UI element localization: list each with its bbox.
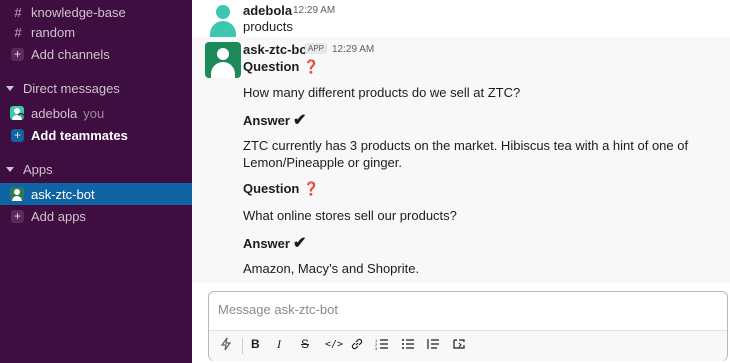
answer-text: Amazon, Macy’s and Shoprite.: [243, 261, 420, 276]
strikethrough-icon[interactable]: S: [301, 337, 309, 351]
apps-section-toggle[interactable]: Apps: [0, 158, 192, 180]
answer-label: Answer: [243, 113, 290, 128]
add-channels-button[interactable]: + Add channels: [0, 43, 192, 65]
link-icon[interactable]: [350, 337, 364, 354]
message-composer[interactable]: Message ask-ztc-bot B I S </> 123: [208, 291, 728, 361]
sidebar-item-ask-ztc-bot[interactable]: ask-ztc-bot: [0, 183, 192, 205]
question-mark-icon: ❓: [303, 59, 320, 74]
presence-dot-icon: [17, 113, 24, 120]
caret-down-icon: [6, 166, 14, 172]
answer-text-line-2: Lemon/Pineapple or ginger.: [243, 155, 403, 170]
bold-icon[interactable]: B: [251, 337, 260, 351]
message-author[interactable]: ask-ztc-bot: [243, 42, 312, 57]
add-channels-label: Add channels: [31, 46, 110, 62]
question-text: How many different products do we sell a…: [243, 85, 521, 100]
question-heading-1: Question ❓: [243, 59, 320, 75]
shortcuts-bolt-icon[interactable]: [219, 337, 233, 354]
sidebar: # knowledge-base # random + Add channels…: [0, 0, 192, 363]
question-heading-2: Question ❓: [243, 181, 320, 197]
sidebar-item-label: random: [31, 24, 76, 40]
plus-icon: +: [11, 128, 24, 142]
message-pane: adebola 12:29 AM products ask-ztc-bot AP…: [192, 0, 730, 363]
direct-messages-section-toggle[interactable]: Direct messages: [0, 77, 192, 99]
ordered-list-icon[interactable]: 123: [375, 337, 389, 354]
question-label: Question: [243, 59, 300, 74]
check-mark-icon: ✔: [292, 235, 307, 252]
svg-text:3: 3: [375, 346, 378, 351]
code-icon[interactable]: </>: [325, 339, 343, 350]
sidebar-item-random[interactable]: # random: [0, 21, 192, 43]
sidebar-item-label: knowledge-base: [31, 4, 126, 20]
plus-icon: +: [11, 47, 24, 61]
bulleted-list-icon[interactable]: [401, 337, 415, 354]
add-apps-label: Add apps: [31, 208, 86, 224]
answer-text-line-1: ZTC currently has 3 products on the mark…: [243, 138, 689, 153]
answer-label: Answer: [243, 236, 290, 251]
message-timestamp[interactable]: 12:29 AM: [293, 5, 335, 16]
apps-header: Apps: [23, 161, 53, 177]
dm-user-suffix: you: [83, 105, 105, 121]
dm-user-name: adebola: [31, 105, 78, 121]
add-apps-button[interactable]: + Add apps: [0, 205, 192, 227]
question-mark-icon: ❓: [303, 181, 320, 196]
sidebar-item-adebola[interactable]: adebola you: [0, 102, 192, 124]
toolbar-divider: [242, 338, 243, 354]
bot-avatar-icon: [10, 187, 24, 201]
italic-icon[interactable]: I: [277, 337, 281, 352]
caret-down-icon: [6, 85, 14, 91]
code-block-icon[interactable]: [452, 337, 466, 354]
message-timestamp[interactable]: 12:29 AM: [332, 44, 374, 55]
formatting-toolbar: B I S </> 123: [209, 330, 727, 361]
check-mark-icon: ✔: [292, 112, 307, 129]
plus-icon: +: [11, 209, 24, 223]
question-label: Question: [243, 181, 300, 196]
add-teammates-button[interactable]: + Add teammates: [0, 124, 192, 146]
sidebar-item-label: ask-ztc-bot: [31, 186, 95, 202]
add-teammates-label: Add teammates: [31, 127, 128, 143]
answer-heading-2: Answer ✔: [243, 233, 306, 253]
sidebar-item-knowledge-base[interactable]: # knowledge-base: [0, 1, 192, 23]
message-author[interactable]: adebola: [243, 3, 292, 18]
direct-messages-header: Direct messages: [23, 80, 120, 96]
blockquote-icon[interactable]: [426, 337, 440, 354]
bot-avatar[interactable]: [205, 42, 241, 78]
app-badge: APP: [305, 43, 328, 54]
question-text: What online stores sell our products?: [243, 208, 457, 223]
avatar: [10, 106, 24, 120]
message-input[interactable]: Message ask-ztc-bot: [218, 302, 338, 317]
avatar[interactable]: [205, 1, 241, 37]
hash-icon: #: [14, 24, 22, 40]
hash-icon: #: [14, 4, 22, 20]
answer-heading-1: Answer ✔: [243, 110, 306, 130]
message-text: products: [243, 19, 293, 34]
